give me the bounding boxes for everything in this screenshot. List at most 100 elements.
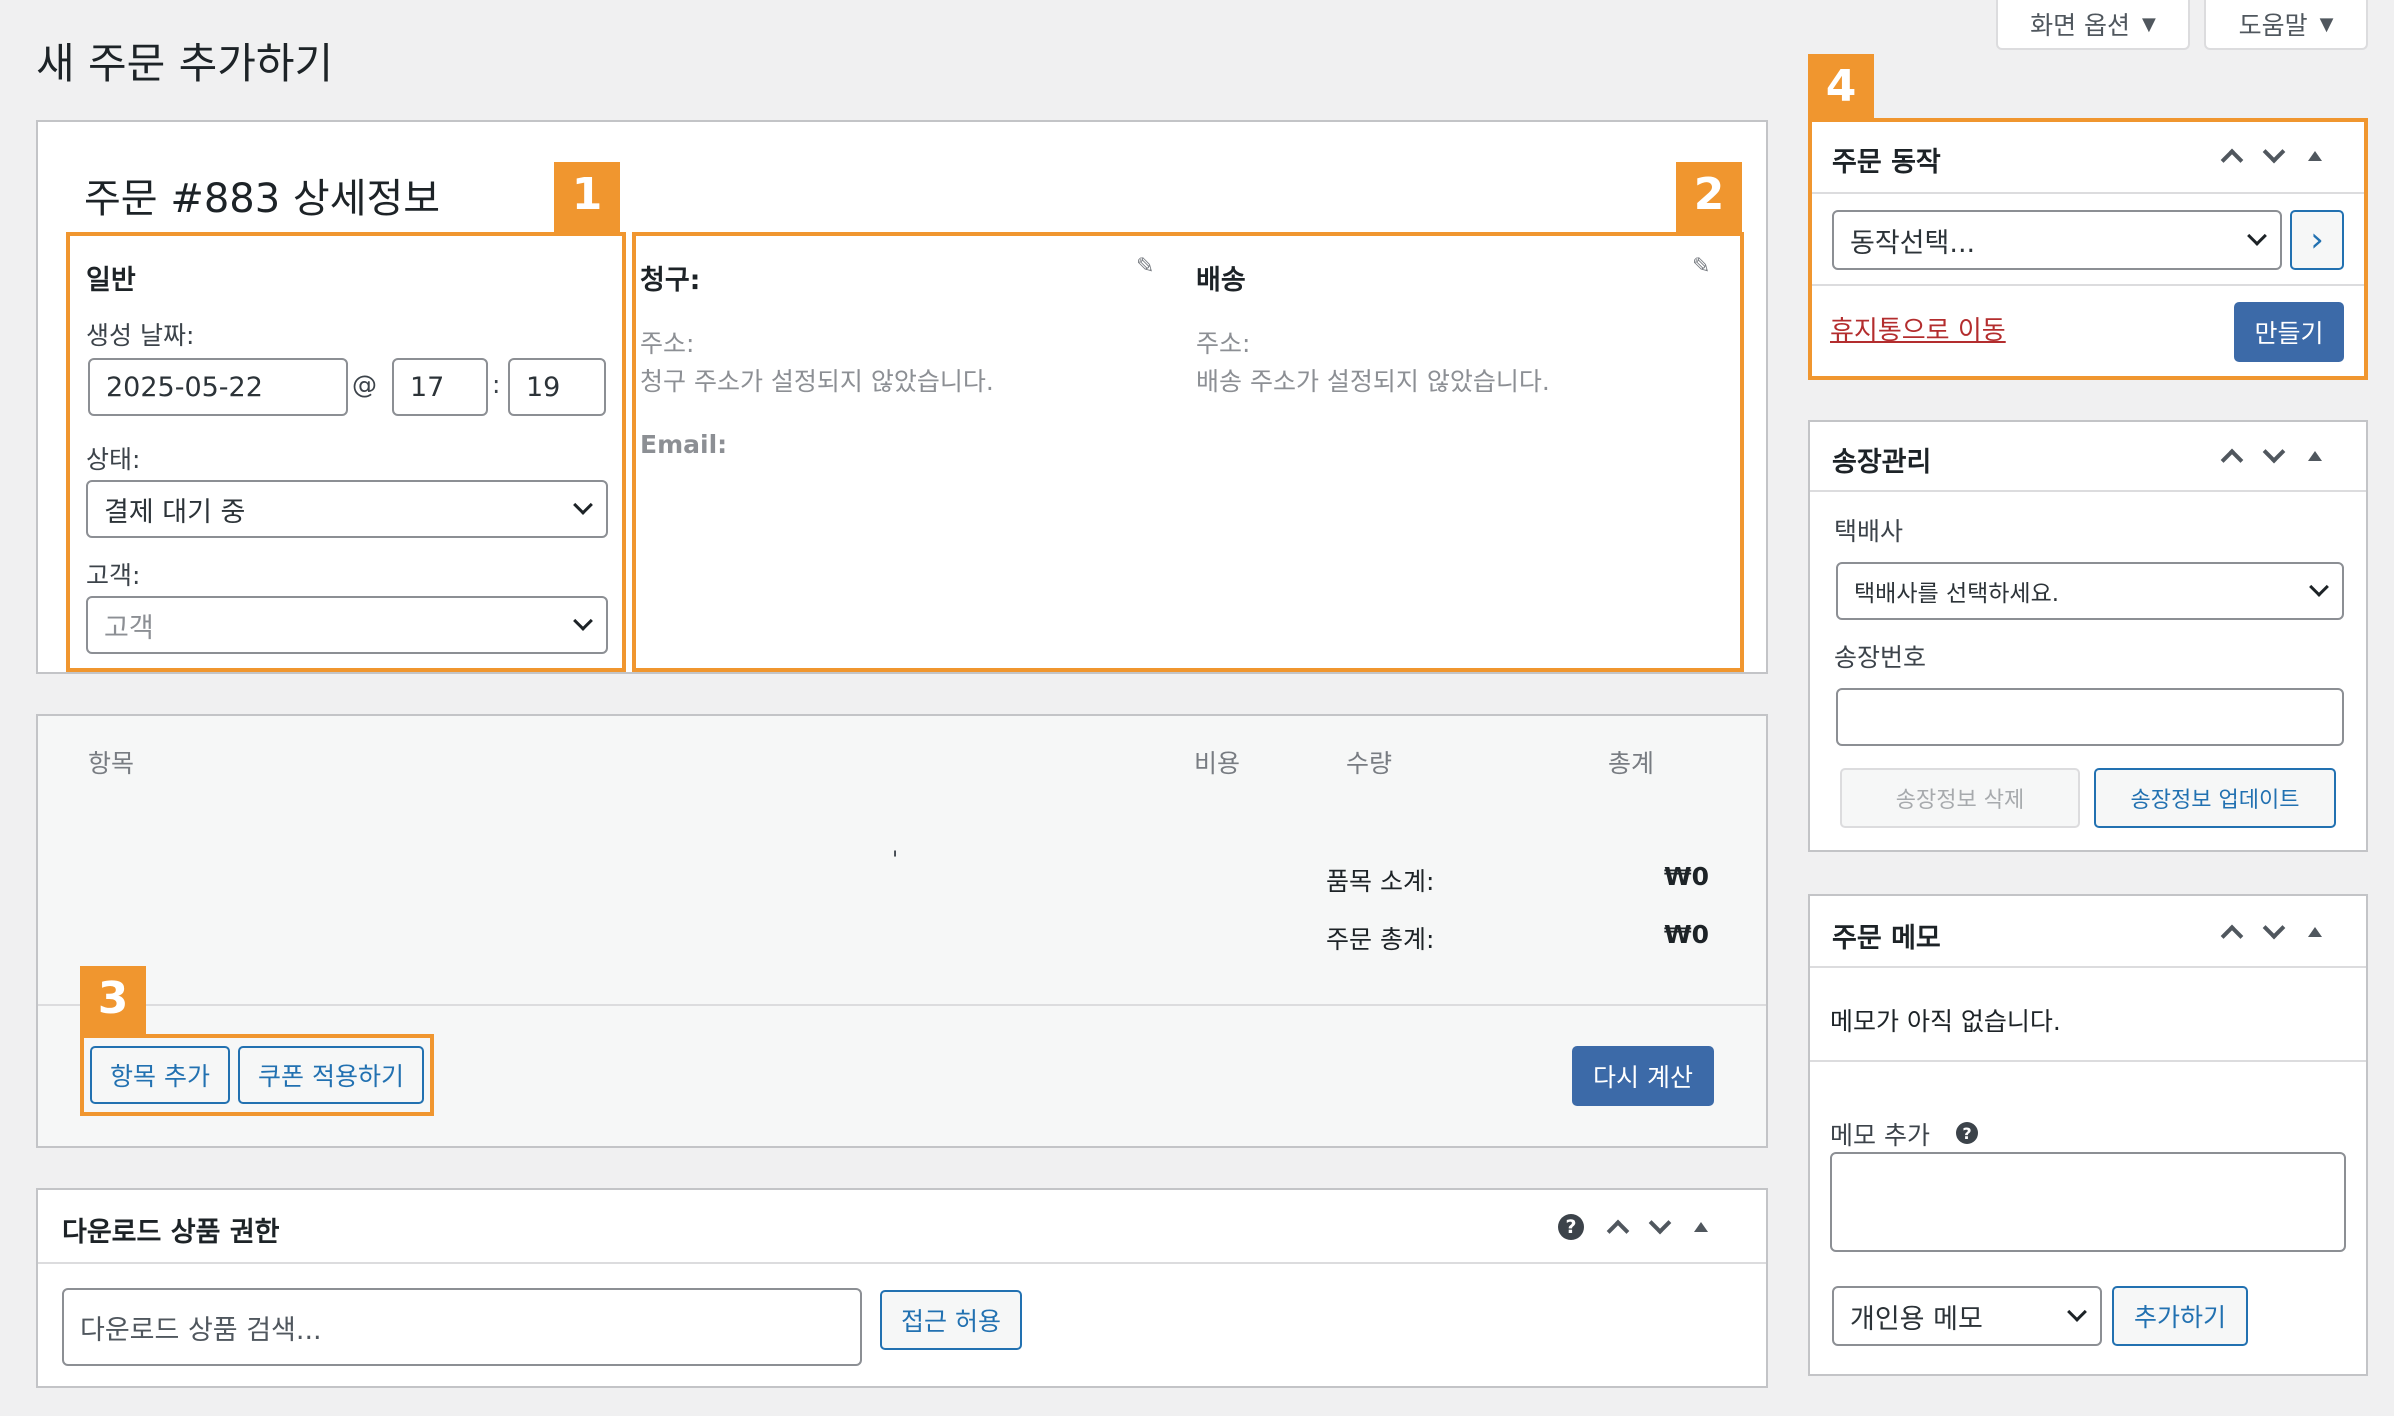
caret-down-icon: ▼ [2142, 13, 2156, 35]
add-note-button[interactable]: 추가하기 [2112, 1286, 2248, 1346]
page-title: 새 주문 추가하기 [36, 39, 334, 88]
chevron-down-icon [2309, 577, 2329, 597]
delete-invoice-button[interactable]: 송장정보 삭제 [1840, 768, 2080, 828]
create-order-button[interactable]: 만들기 [2234, 302, 2344, 362]
status-value: 결제 대기 중 [104, 496, 246, 528]
notes-title: 주문 메모 [1832, 923, 1941, 954]
invoice-title: 송장관리 [1832, 447, 1932, 478]
download-search-input[interactable]: 다운로드 상품 검색... [62, 1288, 862, 1366]
billing-address-value: 청구 주소가 설정되지 않았습니다. [640, 367, 994, 396]
screen-options-button[interactable]: 화면 옵션 ▼ [1996, 0, 2190, 50]
note-textarea[interactable] [1830, 1152, 2346, 1252]
billing-address-label: 주소: [640, 329, 695, 358]
caret-down-icon: ▼ [2319, 13, 2334, 35]
billing-title: 청구: [640, 265, 701, 296]
order-actions-divider [1812, 192, 2364, 194]
edit-shipping-pencil-icon[interactable]: ✎ [1692, 254, 1710, 279]
billing-email-label: Email: [640, 430, 728, 459]
order-action-select[interactable]: 동작선택... [1832, 210, 2282, 270]
status-select[interactable]: 결제 대기 중 [86, 480, 608, 538]
move-down-icon[interactable] [2262, 140, 2286, 164]
hour-input[interactable]: 17 [392, 358, 488, 416]
customer-select[interactable]: 고객 [86, 596, 608, 654]
edit-billing-pencil-icon[interactable]: ✎ [1136, 254, 1154, 279]
chevron-down-icon [2247, 226, 2267, 246]
col-total: 총계 [1608, 749, 1655, 778]
status-label: 상태: [86, 445, 141, 474]
subtotal-value: ₩0 [1664, 862, 1709, 891]
tracking-input[interactable] [1836, 688, 2344, 746]
move-up-icon[interactable] [2220, 924, 2244, 948]
col-item: 항목 [88, 749, 135, 778]
carrier-label: 택배사 [1834, 517, 1904, 546]
order-total-label: 주문 총계: [1326, 925, 1435, 954]
minute-input[interactable]: 19 [508, 358, 606, 416]
help-icon[interactable]: ? [1558, 1214, 1584, 1240]
help-icon[interactable]: ? [1956, 1122, 1978, 1144]
move-to-trash-link[interactable]: 휴지통으로 이동 [1830, 310, 2006, 347]
add-note-label: 메모 추가 [1830, 1121, 1930, 1150]
collapse-icon[interactable] [2308, 451, 2322, 461]
chevron-down-icon [573, 611, 593, 631]
notes-empty-divider [1810, 1060, 2366, 1062]
highlight-addresses [632, 232, 1744, 672]
chevron-down-icon [573, 495, 593, 515]
items-divider [38, 1004, 1766, 1006]
collapse-icon[interactable] [2308, 151, 2322, 161]
badge-2: 2 [1676, 162, 1742, 232]
grant-access-button[interactable]: 접근 허용 [880, 1290, 1022, 1350]
order-action-value: 동작선택... [1850, 227, 1976, 259]
downloads-controls: ? [1558, 1211, 1708, 1243]
note-type-value: 개인용 메모 [1850, 1303, 1983, 1335]
general-title: 일반 [86, 265, 136, 296]
carrier-select[interactable]: 택배사를 선택하세요. [1836, 562, 2344, 620]
recalculate-button[interactable]: 다시 계산 [1572, 1046, 1714, 1106]
move-up-icon[interactable] [2220, 148, 2244, 172]
apply-action-button[interactable]: › [2290, 210, 2344, 270]
badge-3: 3 [80, 966, 146, 1036]
collapse-icon[interactable] [1694, 1222, 1708, 1232]
customer-placeholder: 고객 [104, 612, 154, 644]
downloads-divider [38, 1262, 1766, 1264]
collapse-icon[interactable] [2308, 927, 2322, 937]
order-actions-controls [2220, 140, 2322, 172]
at-label: @ [352, 370, 377, 399]
shipping-address-value: 배송 주소가 설정되지 않았습니다. [1196, 367, 1550, 396]
shipping-title: 배송 [1196, 265, 1246, 296]
tracking-label: 송장번호 [1834, 643, 1927, 672]
move-down-icon[interactable] [1648, 1211, 1672, 1235]
badge-4: 4 [1808, 54, 1874, 124]
move-down-icon[interactable] [2262, 440, 2286, 464]
downloads-title: 다운로드 상품 권한 [62, 1217, 280, 1248]
notes-divider [1810, 966, 2366, 968]
order-heading: 주문 #883 상세정보 [84, 176, 441, 222]
notes-empty: 메모가 아직 없습니다. [1830, 1007, 2061, 1036]
carrier-placeholder: 택배사를 선택하세요. [1854, 581, 2060, 607]
invoice-controls [2220, 440, 2322, 472]
subtotal-label: 품목 소계: [1326, 867, 1435, 896]
add-item-button[interactable]: 항목 추가 [90, 1046, 230, 1104]
badge-1: 1 [554, 162, 620, 232]
col-cost: 비용 [1194, 749, 1241, 778]
col-qty: 수량 [1346, 749, 1393, 778]
move-up-icon[interactable] [1606, 1219, 1630, 1243]
invoice-divider [1810, 490, 2366, 492]
colon-label: : [492, 370, 501, 399]
shipping-address-label: 주소: [1196, 329, 1251, 358]
date-label: 생성 날짜: [86, 321, 195, 350]
move-down-icon[interactable] [2262, 916, 2286, 940]
date-input[interactable]: 2025-05-22 [88, 358, 348, 416]
stray-mark: ' [892, 848, 899, 873]
order-total-value: ₩0 [1664, 920, 1709, 949]
note-type-select[interactable]: 개인용 메모 [1832, 1286, 2102, 1346]
update-invoice-button[interactable]: 송장정보 업데이트 [2094, 768, 2336, 828]
help-button[interactable]: 도움말 ▼ [2204, 0, 2368, 50]
order-actions-title: 주문 동작 [1832, 147, 1941, 178]
apply-coupon-button[interactable]: 쿠폰 적용하기 [238, 1046, 424, 1104]
notes-controls [2220, 916, 2322, 948]
move-up-icon[interactable] [2220, 448, 2244, 472]
screen-options-label: 화면 옵션 [2030, 11, 2131, 40]
help-label: 도움말 [2238, 11, 2308, 40]
order-actions-footer-divider [1812, 284, 2364, 286]
customer-label: 고객: [86, 561, 141, 590]
